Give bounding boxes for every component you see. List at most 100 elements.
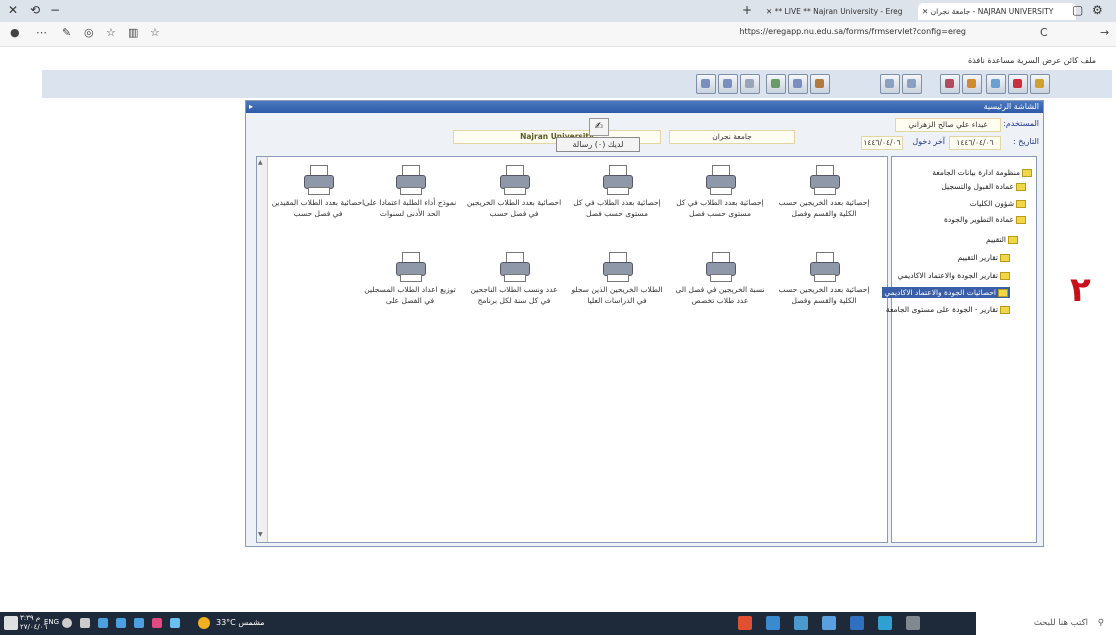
onedrive-icon[interactable]	[170, 618, 180, 628]
report-label: احصائية بعدد الطلاب المقيدين في فصل حسب	[271, 198, 365, 218]
url-field[interactable]: https://eregapp.nu.edu.sa/forms/frmservl…	[739, 27, 966, 36]
printer-icon	[302, 165, 334, 195]
toolbar-button-12[interactable]	[1008, 74, 1028, 94]
scroll-down-icon[interactable]: ▼	[258, 531, 263, 538]
taskbar-app-2[interactable]	[766, 616, 780, 630]
toolbar-button-11[interactable]	[986, 74, 1006, 94]
back-icon[interactable]: →	[1100, 26, 1109, 39]
extension-icon[interactable]: ✎	[62, 26, 71, 39]
start-icon[interactable]	[4, 616, 18, 630]
task-view-icon[interactable]	[906, 616, 920, 630]
report-label: إحصائية بعدد الطلاب في كل مستوى حسب فصل	[676, 198, 764, 218]
folder-icon	[1000, 272, 1010, 280]
more-icon[interactable]: ⋯	[36, 26, 47, 39]
window-title: الشاشة الرئيسية	[983, 102, 1039, 111]
printer-icon	[808, 252, 840, 282]
tray-icon-4[interactable]	[152, 618, 162, 628]
report-item[interactable]: احصائية بعدد الطلاب الخريجين في فصل حسب	[465, 165, 563, 219]
reports-panel: ▲ ▼ إحصائية بعدد الخريجين حسب الكلية وال…	[256, 156, 888, 543]
report-item[interactable]: عدد ونسب الطلاب الناجحين في كل سنة لكل ب…	[465, 252, 563, 306]
tray-icon-2[interactable]	[116, 618, 126, 628]
tray-icon-3[interactable]	[134, 618, 144, 628]
report-item[interactable]: إحصائية بعدد الطلاب في كل مستوى حسب فصل	[568, 165, 666, 219]
tree-node[interactable]: تقارير التقييم	[958, 252, 1010, 263]
report-item[interactable]: إحصائية بعدد الطلاب في كل مستوى حسب فصل	[671, 165, 769, 219]
annotation-number: ٢	[1070, 270, 1091, 310]
report-item[interactable]: إحصائية بعدد الخريجين حسب الكلية والقسم …	[775, 252, 873, 306]
tree-node[interactable]: شؤون الكليات	[970, 198, 1026, 209]
weather-text[interactable]: 33°C مشمس	[216, 618, 265, 627]
taskbar-app-3[interactable]	[794, 616, 808, 630]
tree-node[interactable]: عمادة القبول والتسجيل	[941, 181, 1026, 192]
report-label: عدد ونسب الطلاب الناجحين في كل سنة لكل ب…	[470, 285, 558, 305]
forms-toolbar	[42, 70, 1112, 98]
folder-icon	[1000, 306, 1010, 314]
last-login-label: آخر دخول	[912, 137, 945, 146]
printer-icon	[808, 165, 840, 195]
close-window-icon[interactable]: ✕	[8, 3, 18, 17]
report-item[interactable]: احصائية بعدد الطلاب المقيدين في فصل حسب	[269, 165, 367, 219]
folder-icon	[998, 289, 1008, 297]
folder-icon	[1016, 216, 1026, 224]
minimize-icon[interactable]: −	[50, 3, 60, 17]
forms-menubar[interactable]: ملف كائن عرض السرية مساعدة نافذة	[968, 56, 1096, 65]
folder-icon	[1000, 254, 1010, 262]
refresh-icon[interactable]: C	[1040, 26, 1048, 39]
taskbar-app-1[interactable]	[738, 616, 752, 630]
report-label: إحصائية بعدد الخريجين حسب الكلية والقسم …	[778, 198, 870, 218]
date-field: ١٤٤٦/٠٤/٠٦	[949, 136, 1001, 150]
weather-icon[interactable]	[198, 617, 210, 629]
report-label: إحصائية بعدد الطلاب في كل مستوى حسب فصل	[573, 198, 661, 218]
tree-node[interactable]: تقارير الجودة والاعتماد الاكاديمي	[898, 270, 1010, 281]
toolbar-button-1[interactable]	[696, 74, 716, 94]
volume-icon[interactable]	[62, 618, 72, 628]
tree-node[interactable]: منظومة ادارة بيانات الجامعة	[932, 167, 1032, 178]
toolbar-button-13[interactable]	[1030, 74, 1050, 94]
tab-live-najran[interactable]: ✕ ** LIVE ** Najran University - Ereg	[762, 3, 920, 20]
toolbar-button-8[interactable]	[902, 74, 922, 94]
report-label: نموذج أداء الطلبة اعتمادا على الحد الأدن…	[363, 198, 457, 218]
taskbar-search[interactable]: ⚲ اكتب هنا للبحث	[976, 612, 1116, 635]
extensions-icon[interactable]: ⚙	[1092, 3, 1103, 17]
taskbar-app-6[interactable]	[878, 616, 892, 630]
report-item[interactable]: توزيع اعداد الطلاب المسجلين في الفصل على	[361, 252, 459, 306]
report-item[interactable]: إحصائية بعدد الخريجين حسب الكلية والقسم …	[775, 165, 873, 219]
toolbar-button-5[interactable]	[788, 74, 808, 94]
report-item[interactable]: الطلاب الخريجين الذين سجلو في الدراسات ا…	[568, 252, 666, 306]
tab-najran-university[interactable]: ✕ جامعة نجران - NAJRAN UNIVERSITY	[918, 3, 1076, 20]
tree-node[interactable]: تقارير - الجودة على مستوى الجامعة	[886, 304, 1010, 315]
report-item[interactable]: نسبة الخريجين في فصل الى عدد طلاب تخصص	[671, 252, 769, 306]
favorites-icon[interactable]: ☆	[106, 26, 116, 39]
toolbar-button-3[interactable]	[740, 74, 760, 94]
toolbar-button-4[interactable]	[766, 74, 786, 94]
report-item[interactable]: نموذج أداء الطلبة اعتمادا على الحد الأدن…	[361, 165, 459, 219]
taskbar-app-5[interactable]	[850, 616, 864, 630]
toolbar-button-9[interactable]	[940, 74, 960, 94]
new-tab-icon[interactable]: +	[742, 3, 752, 17]
toolbar-button-2[interactable]	[718, 74, 738, 94]
network-icon[interactable]	[80, 618, 90, 628]
window-menu-icon[interactable]: ▸	[249, 101, 253, 113]
folder-icon	[1016, 183, 1026, 191]
logo-icon[interactable]: ✍	[589, 118, 609, 136]
toolbar-button-10[interactable]	[962, 74, 982, 94]
printer-icon	[498, 165, 530, 195]
tab-actions-icon[interactable]: ▢	[1072, 3, 1083, 17]
tree-node[interactable]: احصائيات الجودة والاعتماد الاكاديمي	[882, 287, 1010, 298]
restore-icon[interactable]: ⟲	[30, 3, 40, 17]
tree-node[interactable]: عمادة التطوير والجودة	[944, 214, 1026, 225]
address-bar: ● ⋯ ✎ ◎ ☆ ▥ ☆ https://eregapp.nu.edu.sa/…	[0, 22, 1116, 47]
user-name-field: غيداء علي صالح الزهراني	[895, 118, 1001, 132]
toolbar-button-6[interactable]	[810, 74, 830, 94]
taskbar-app-4[interactable]	[822, 616, 836, 630]
collections-icon[interactable]: ◎	[84, 26, 94, 39]
split-view-icon[interactable]: ▥	[128, 26, 138, 39]
messages-button[interactable]: لديك (٠) رسالة	[556, 137, 640, 152]
add-favorite-icon[interactable]: ☆	[150, 26, 160, 39]
vertical-scrollbar[interactable]: ▲ ▼	[257, 157, 268, 542]
tree-node[interactable]: التقييم	[986, 234, 1018, 245]
scroll-up-icon[interactable]: ▲	[258, 159, 263, 166]
language-indicator[interactable]: ENG	[44, 618, 59, 626]
toolbar-button-7[interactable]	[880, 74, 900, 94]
tray-icon-1[interactable]	[98, 618, 108, 628]
